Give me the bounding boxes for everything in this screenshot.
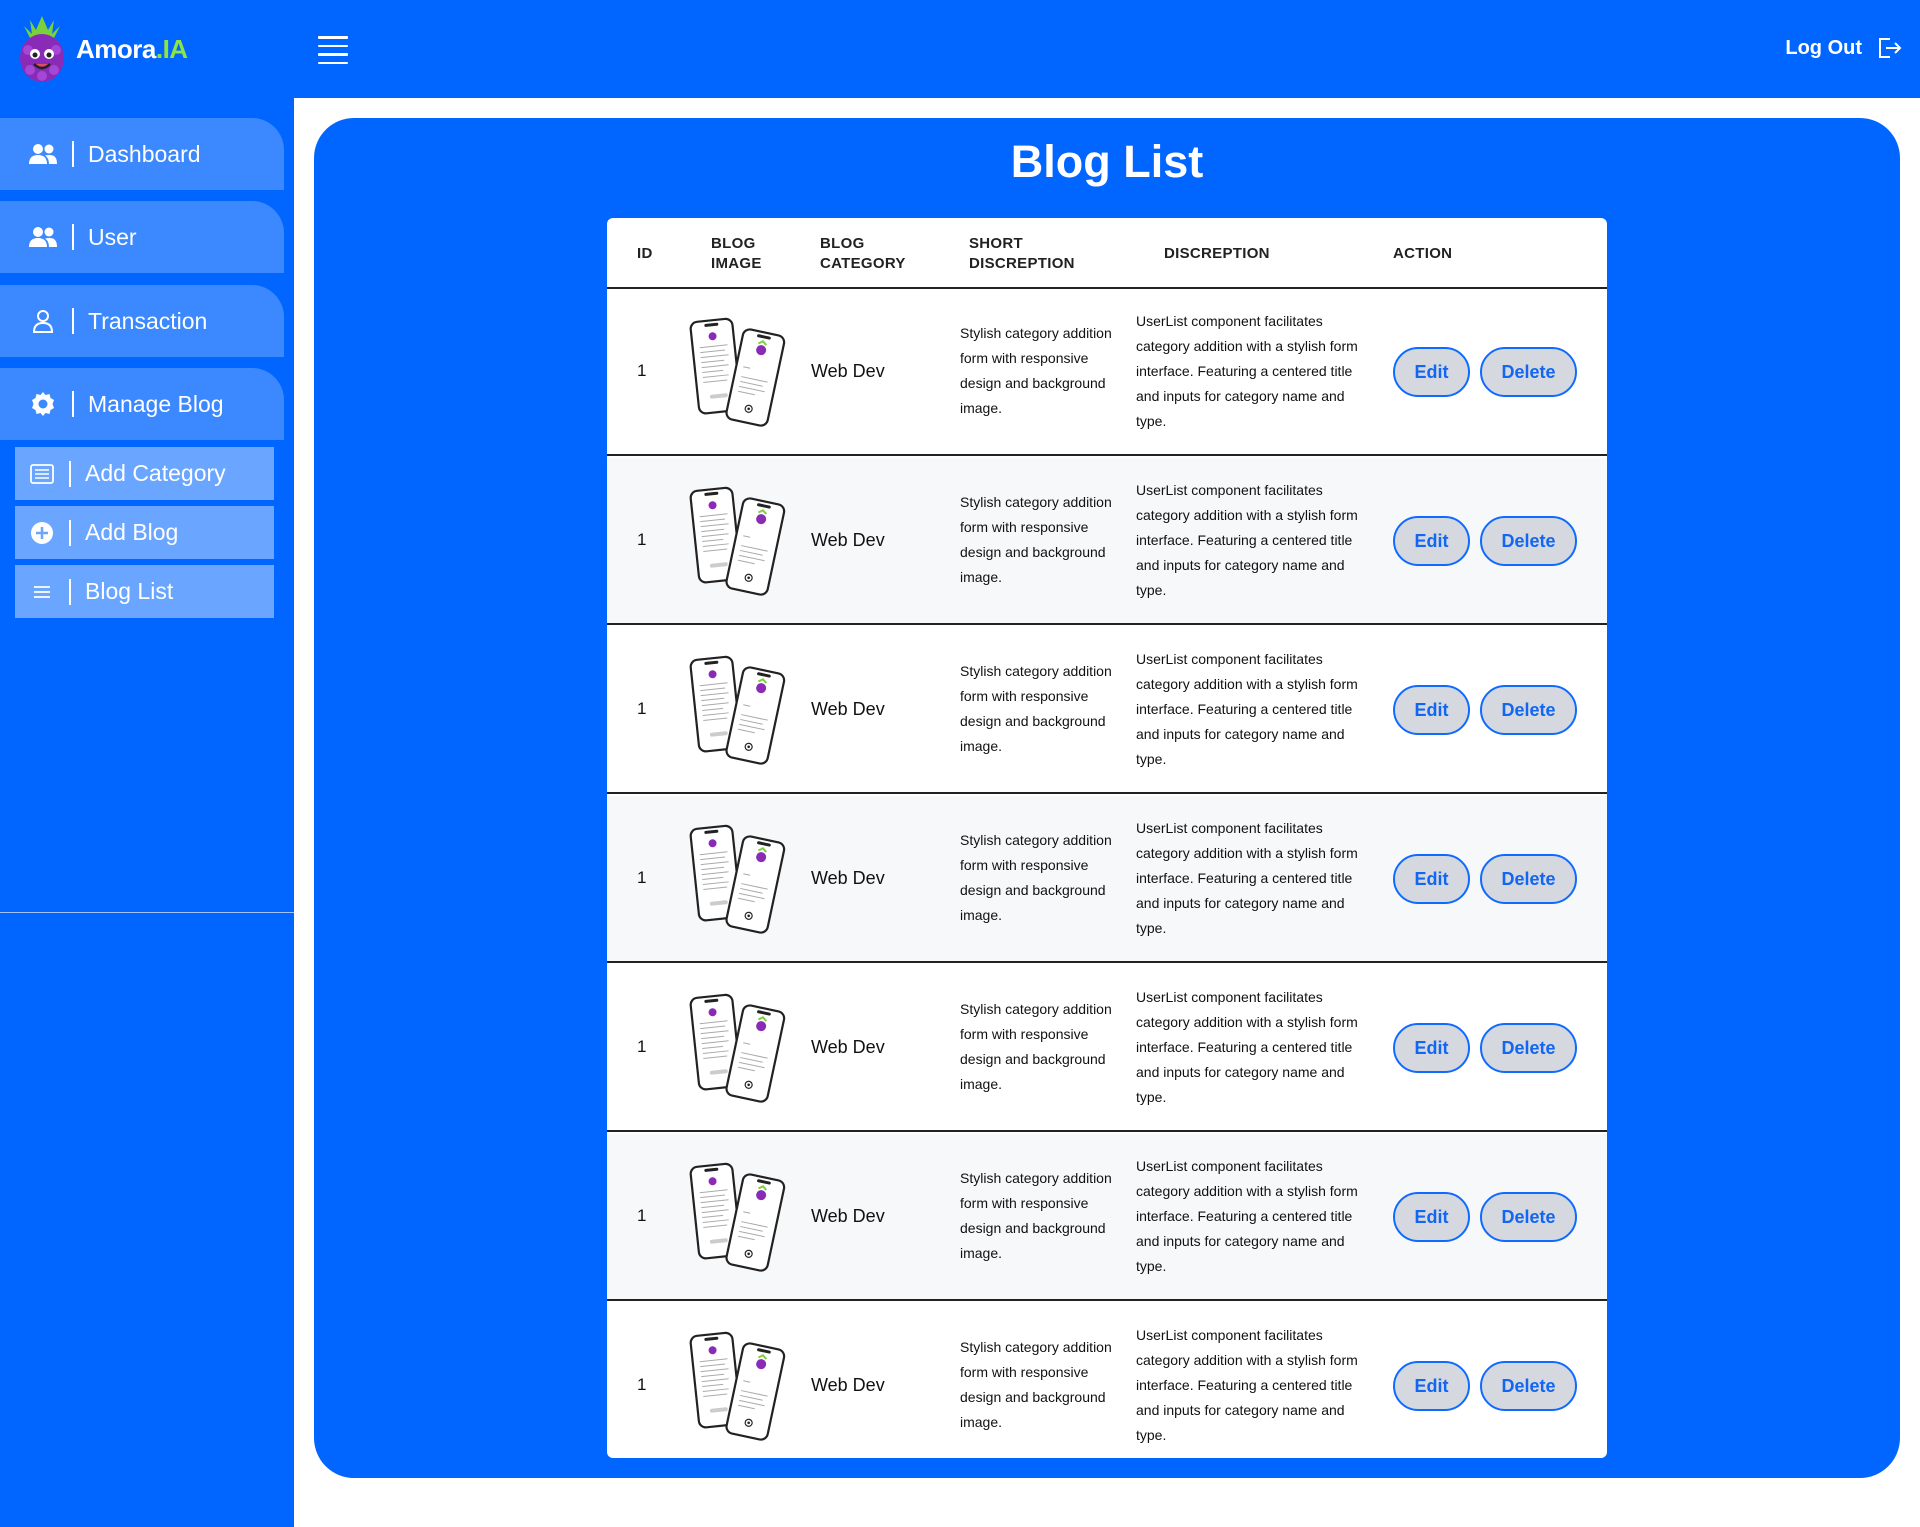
delete-button[interactable]: Delete <box>1480 347 1577 397</box>
blog-image <box>687 652 787 770</box>
blog-image <box>687 483 787 601</box>
cell-category: Web Dev <box>811 361 885 381</box>
cell-id: 1 <box>637 868 647 887</box>
cell-description: UserList component facilitates category … <box>1136 651 1358 767</box>
logout-icon <box>1879 38 1902 58</box>
cell-description: UserList component facilitates category … <box>1136 1327 1358 1443</box>
sidebar-subitem-blog-list[interactable]: Blog List <box>15 565 274 618</box>
sidebar-subitem-label: Blog List <box>85 578 174 604</box>
cell-description: UserList component facilitates category … <box>1136 313 1358 429</box>
table-row: 1 Web Dev Stylish category addition form … <box>607 965 1607 1132</box>
cell-short-description: Stylish category addition form with resp… <box>960 832 1112 923</box>
column-header-blog-category: BLOG CATEGORY <box>820 235 906 272</box>
delete-button[interactable]: Delete <box>1480 1023 1577 1073</box>
cell-id: 1 <box>637 1375 647 1394</box>
cell-short-description: Stylish category addition form with resp… <box>960 1001 1112 1092</box>
column-header-action: ACTION <box>1393 245 1453 262</box>
delete-button[interactable]: Delete <box>1480 1192 1577 1242</box>
edit-button[interactable]: Edit <box>1393 1023 1470 1073</box>
blog-image <box>687 821 787 939</box>
cell-short-description: Stylish category addition form with resp… <box>960 1339 1112 1430</box>
main-panel: Blog List ID BLOG IMAGE BLOG CATEGORY SHOR… <box>314 118 1900 1478</box>
hamburger-icon[interactable] <box>318 36 348 64</box>
blog-image <box>687 990 787 1108</box>
cell-id: 1 <box>637 361 647 380</box>
sidebar-item-dashboard[interactable]: Dashboard <box>0 118 284 190</box>
table-row: 1 Web Dev Stylish category addition form … <box>607 289 1607 456</box>
cell-id: 1 <box>637 530 647 549</box>
person-icon <box>28 309 58 333</box>
cell-category: Web Dev <box>811 868 885 888</box>
cell-short-description: Stylish category addition form with resp… <box>960 1170 1112 1261</box>
sidebar-item-user[interactable]: User <box>0 201 284 273</box>
table-row: 1 Web Dev Stylish category addition form … <box>607 458 1607 625</box>
table-row: 1 Web Dev Stylish category addition form … <box>607 1303 1607 1458</box>
cell-category: Web Dev <box>811 699 885 719</box>
table-row: 1 Web Dev Stylish category addition form … <box>607 1134 1607 1301</box>
gear-icon <box>28 390 58 418</box>
delete-button[interactable]: Delete <box>1480 516 1577 566</box>
sidebar-item-transaction[interactable]: Transaction <box>0 285 284 357</box>
raspberry-logo-icon <box>20 16 64 82</box>
column-header-id: ID <box>637 245 653 262</box>
delete-button[interactable]: Delete <box>1480 854 1577 904</box>
blog-image <box>687 1159 787 1277</box>
cell-category: Web Dev <box>811 530 885 550</box>
cell-category: Web Dev <box>811 1375 885 1395</box>
edit-button[interactable]: Edit <box>1393 516 1470 566</box>
cell-category: Web Dev <box>811 1037 885 1057</box>
column-header-short-description: SHORT DISCREPTION <box>969 235 1075 272</box>
sidebar-subitem-add-blog[interactable]: Add Blog <box>15 506 274 559</box>
column-header-blog-image: BLOG IMAGE <box>711 235 762 272</box>
cell-description: UserList component facilitates category … <box>1136 1158 1358 1274</box>
cell-description: UserList component facilitates category … <box>1136 989 1358 1105</box>
cell-description: UserList component facilitates category … <box>1136 482 1358 598</box>
list-icon <box>29 463 55 484</box>
sidebar-subitem-label: Add Category <box>85 460 226 486</box>
plus-circle-icon <box>29 521 55 545</box>
edit-button[interactable]: Edit <box>1393 854 1470 904</box>
sidebar-item-label: Manage Blog <box>88 390 224 417</box>
logout-button[interactable]: Log Out <box>1785 36 1902 60</box>
top-bar: Amora.IA Log Out <box>0 0 1920 98</box>
cell-category: Web Dev <box>811 1206 885 1226</box>
sidebar-item-label: User <box>88 223 137 250</box>
edit-button[interactable]: Edit <box>1393 685 1470 735</box>
blog-image <box>687 1328 787 1446</box>
sidebar-subitem-add-category[interactable]: Add Category <box>15 447 274 500</box>
cell-id: 1 <box>637 1037 647 1056</box>
logo[interactable]: Amora.IA <box>16 12 188 86</box>
sidebar-item-label: Transaction <box>88 307 208 334</box>
logout-label: Log Out <box>1785 36 1862 59</box>
table-row: 1 Web Dev Stylish category addition form … <box>607 627 1607 794</box>
users-icon <box>28 226 58 248</box>
cell-short-description: Stylish category addition form with resp… <box>960 663 1112 754</box>
blog-table: ID BLOG IMAGE BLOG CATEGORY SHORT DISCREPTI… <box>607 218 1607 1458</box>
cell-short-description: Stylish category addition form with resp… <box>960 325 1112 416</box>
blog-image <box>687 314 787 432</box>
cell-short-description: Stylish category addition form with resp… <box>960 494 1112 585</box>
column-header-description: DISCREPTION <box>1164 245 1270 262</box>
sidebar: Dashboard User Transaction Manage Blog A… <box>0 98 294 1527</box>
table-row: 1 Web Dev Stylish category addition form … <box>607 796 1607 963</box>
sidebar-subitem-label: Add Blog <box>85 519 179 545</box>
menu-lines-icon <box>29 584 55 600</box>
table-header: ID BLOG IMAGE BLOG CATEGORY SHORT DISCREPTI… <box>607 218 1607 289</box>
sidebar-item-manage-blog[interactable]: Manage Blog <box>0 368 284 440</box>
sidebar-divider <box>0 912 294 913</box>
edit-button[interactable]: Edit <box>1393 1361 1470 1411</box>
cell-id: 1 <box>637 699 647 718</box>
page-title: Blog List <box>1010 136 1204 187</box>
sidebar-item-label: Dashboard <box>88 140 201 167</box>
edit-button[interactable]: Edit <box>1393 1192 1470 1242</box>
delete-button[interactable]: Delete <box>1480 1361 1577 1411</box>
delete-button[interactable]: Delete <box>1480 685 1577 735</box>
cell-id: 1 <box>637 1206 647 1225</box>
cell-description: UserList component facilitates category … <box>1136 820 1358 936</box>
users-icon <box>28 143 58 165</box>
brand-name: Amora.IA <box>76 33 188 64</box>
edit-button[interactable]: Edit <box>1393 347 1470 397</box>
